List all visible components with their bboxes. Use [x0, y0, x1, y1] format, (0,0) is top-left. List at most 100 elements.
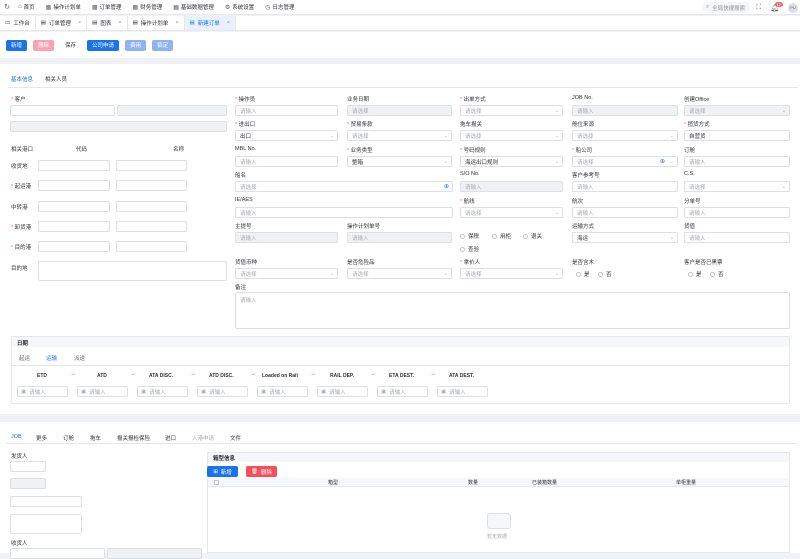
port-label-0: 收货地 [11, 164, 28, 170]
nav-item-3[interactable]: ▦ 财务管理 [133, 3, 163, 12]
tab-1[interactable]: ▤ 订单管理 × [36, 16, 88, 30]
port-code-input-3[interactable] [38, 221, 110, 232]
biz-type-input[interactable]: 整箱 ⌄ [347, 156, 452, 167]
close-icon[interactable]: × [227, 20, 230, 26]
avatar[interactable]: PU [788, 2, 798, 13]
milestone-date-input-2[interactable]: ▣ 请输入 [137, 386, 188, 397]
carrier-input[interactable]: 请选择 ⊕ ⌄ [572, 156, 678, 167]
booking-input[interactable]: 请输入 [684, 156, 790, 167]
select-all-checkbox[interactable] [214, 480, 219, 485]
shipper-name-input[interactable] [10, 496, 82, 507]
ie-aes-input[interactable]: 请输入 [235, 207, 453, 218]
milestone-date-input-6[interactable]: ▣ 请输入 [377, 386, 428, 397]
inspection-checkbox[interactable]: 查验 [460, 245, 479, 253]
milestone-date-input-5[interactable]: ▣ 请输入 [317, 386, 368, 397]
milestone-date-input-4[interactable]: ▣ 请输入 [257, 386, 308, 397]
shipper-address-textarea[interactable] [10, 514, 82, 534]
tab-3[interactable]: ▤ 操作计划单 × [128, 16, 185, 30]
milestone-date-input-3[interactable]: ▣ 请输入 [197, 386, 248, 397]
goods-input[interactable]: 请输入 [684, 232, 790, 243]
route-input[interactable]: 请选择 ⌄ [460, 207, 563, 218]
transport-input[interactable]: 海运 ⌄ [572, 232, 678, 243]
remarks-textarea[interactable]: 请输入 [235, 292, 790, 329]
bottom-tab-6[interactable]: 入港申请 [192, 434, 214, 442]
port-name-input-4[interactable] [116, 241, 187, 252]
lock-button[interactable]: 锁定 [152, 39, 174, 51]
tab-origin[interactable]: 起运 [19, 354, 30, 362]
delete-button[interactable]: 删除 [33, 39, 55, 51]
port-code-input-4[interactable] [38, 241, 110, 252]
trade-term-input[interactable]: 请选择 ⌄ [347, 130, 452, 141]
close-icon[interactable]: × [118, 20, 121, 26]
done-yes-radio[interactable]: 是 [688, 270, 702, 278]
consignee-input[interactable] [10, 548, 105, 559]
nav-item-6[interactable]: ◷ 日志管理 [265, 3, 294, 12]
milestone-date-input-7[interactable]: ▣ 请输入 [437, 386, 488, 397]
tab-4[interactable]: ▤ 新建订单 × [184, 16, 236, 30]
global-search-input[interactable]: ⌕ 全局快捷搜索 [702, 2, 750, 13]
vessel-input[interactable]: 请选择 ⊕ [235, 181, 453, 192]
company-apply-button[interactable]: 公司申请 [87, 39, 120, 51]
milestone-date-input-0[interactable]: ▣ 请输入 [17, 386, 68, 397]
operator-input[interactable]: 请输入 [235, 105, 338, 116]
tab-2[interactable]: ▤ 图表 × [87, 16, 128, 30]
bottom-tab-7[interactable]: 文件 [230, 434, 241, 442]
customer-input[interactable] [10, 105, 115, 116]
port-name-input-0[interactable] [116, 160, 187, 171]
search-icon[interactable]: ⊕ [444, 183, 449, 190]
port-code-input-1[interactable] [38, 180, 110, 191]
chevron-down-icon: ⌄ [443, 132, 448, 139]
cs-input[interactable]: 请选择 ⌄ [684, 181, 790, 192]
port-name-input-1[interactable] [116, 180, 187, 191]
in-out-input[interactable]: 出口 ⌄ [235, 130, 338, 141]
tow-declare-input[interactable]: 请选择 ⌄ [460, 130, 563, 141]
bell-icon[interactable]: 🔔︎ 17 [770, 1, 783, 12]
nav-item-1[interactable]: ▦ 操作计划单 [46, 3, 81, 12]
search-icon[interactable]: ⊕ [660, 158, 665, 165]
port-name-input-2[interactable] [116, 201, 187, 212]
bottom-tab-1[interactable]: 更多 [36, 434, 47, 442]
bottom-tab-4[interactable]: 报关报检保险 [117, 434, 150, 442]
port-code-input-0[interactable] [38, 160, 110, 171]
done-no-radio[interactable]: 否 [710, 270, 724, 278]
shipper-code-input[interactable] [10, 461, 46, 472]
port-name-input-3[interactable] [116, 221, 187, 232]
nav-item-2[interactable]: ▦ 订单管理 [92, 3, 122, 12]
fullscreen-icon[interactable]: ⛶ [756, 4, 761, 12]
tab-delivery[interactable]: 派送 [74, 354, 85, 362]
pay-method-input[interactable]: 自营货 [684, 130, 790, 141]
wood-no-radio[interactable]: 否 [598, 270, 612, 278]
dangerous-select[interactable]: 请选择 ⌄ [347, 268, 452, 279]
issue-mode-input[interactable]: 请选择 ⌄ [460, 105, 563, 116]
tab-0[interactable]: ▭ 工作台 [0, 16, 36, 30]
bottom-tab-2[interactable]: 订舱 [63, 434, 74, 442]
destination-textarea[interactable] [38, 261, 227, 281]
number-rule-input[interactable]: 海运出口规则 ⌄ [460, 156, 563, 167]
payer-select[interactable]: 请选择 ⌄ [460, 268, 563, 279]
refresh-icon[interactable]: ↻ [0, 3, 14, 11]
milestone-date-input-1[interactable]: ▣ 请输入 [77, 386, 128, 397]
new-button[interactable]: 新增 [6, 39, 28, 51]
add-container-button[interactable]: ⊞ 新增 [207, 466, 238, 477]
fee-button[interactable]: 费用 [125, 39, 147, 51]
insured-checkbox[interactable]: 保税 [460, 232, 479, 240]
save-button[interactable]: 保存 [60, 40, 81, 51]
space-source-input[interactable]: 请选择 ⌄ [572, 130, 678, 141]
currency-select[interactable]: 请选择 ⌄ [235, 268, 338, 279]
container-checkbox[interactable]: 用柜 [492, 232, 511, 240]
sub-no-input[interactable]: 请输入 [684, 207, 790, 218]
voyage-input[interactable]: 请输入 [572, 207, 678, 218]
return-checkbox[interactable]: 退关 [523, 232, 542, 240]
customer-ref-input[interactable]: 请输入 [572, 181, 678, 192]
bottom-tab-5[interactable]: 进口 [165, 434, 176, 442]
mbl-no-input[interactable]: 请输入 [235, 156, 338, 167]
delete-container-button[interactable]: 🗑︎ 删除 [246, 466, 277, 477]
nav-item-4[interactable]: ▦ 基础数据管理 [173, 3, 214, 12]
wood-yes-radio[interactable]: 是 [576, 270, 590, 278]
port-code-input-2[interactable] [38, 201, 110, 212]
nav-item-0[interactable]: ⌂ 首页 [18, 3, 35, 11]
bottom-tab-3[interactable]: 拖车 [90, 434, 101, 442]
close-icon[interactable]: × [175, 20, 178, 26]
close-icon[interactable]: × [78, 20, 81, 26]
nav-item-5[interactable]: ⚙ 系统设置 [225, 3, 254, 12]
